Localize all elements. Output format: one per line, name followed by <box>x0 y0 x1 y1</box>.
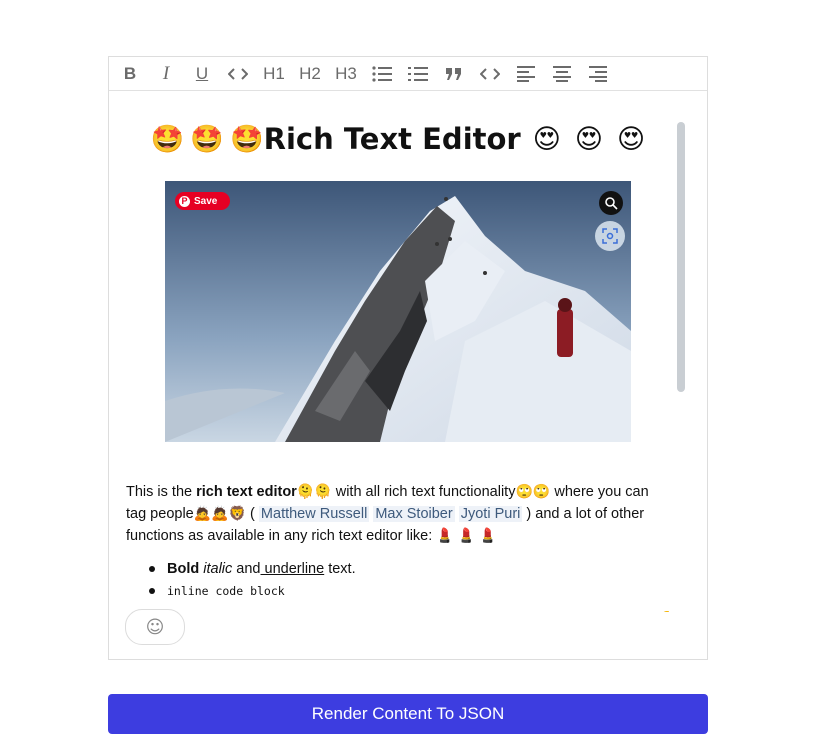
h1-button[interactable]: H1 <box>259 58 289 90</box>
fire-face-emoji-icon: 🫠🫠 <box>296 483 332 499</box>
list-bold-text: Bold <box>167 561 200 577</box>
list-suffix-text: text. <box>324 561 356 577</box>
h2-button[interactable]: H2 <box>295 58 325 90</box>
bullet-list: Bold italic and underline text. inline c… <box>149 558 649 602</box>
h3-button[interactable]: H3 <box>331 58 361 90</box>
render-content-button[interactable]: Render Content To JSON <box>108 694 708 734</box>
pinterest-icon: P <box>179 195 190 207</box>
align-center-icon[interactable] <box>547 58 577 90</box>
para-text-1: This is the <box>126 484 197 500</box>
mountain-image[interactable]: P Save <box>165 181 631 442</box>
tag-max-stoiber[interactable]: Max Stoiber <box>373 506 455 522</box>
align-right-icon[interactable] <box>583 58 613 90</box>
para-text-4: ( <box>246 506 259 522</box>
star-struck-emoji-icon: 🤩 <box>150 124 185 155</box>
pinterest-save-button[interactable]: P Save <box>175 192 230 210</box>
list-item-code: inline code block <box>149 580 649 602</box>
heart-eyes-emoji-icon: 😍 <box>574 123 604 155</box>
list-and-text: and <box>232 561 261 577</box>
align-left-icon[interactable] <box>511 58 541 90</box>
blockquote-icon[interactable] <box>439 58 469 90</box>
heading-text: Rich Text Editor <box>263 122 521 156</box>
heart-eyes-emoji-icon: 😍 <box>617 123 646 155</box>
editor-content[interactable]: 🤩 🤩 🤩 Rich Text Editor 😍 😍 😍 P Save This… <box>109 92 669 612</box>
editor-scrollbar[interactable] <box>677 122 685 392</box>
eye-roll-emoji-icon: 🙄🙄 <box>515 483 551 499</box>
tag-matthew-russell[interactable]: Matthew Russell <box>258 506 370 522</box>
star-struck-emoji-icon: 🤩 <box>190 124 225 155</box>
emoji-picker-button[interactable]: ☺ <box>125 609 185 645</box>
lipstick-emoji-icon: 💄 💄 💄 <box>436 527 497 543</box>
list-italic-text: italic <box>203 561 233 577</box>
list-underline-text: underline <box>260 561 325 577</box>
italic-button[interactable]: I <box>151 58 181 90</box>
bold-button[interactable]: B <box>115 58 145 90</box>
bulleted-list-icon[interactable] <box>367 58 397 90</box>
pin-save-label: Save <box>194 195 218 207</box>
list-item: Bold italic and underline text. <box>149 558 649 580</box>
code-icon[interactable] <box>223 58 253 90</box>
heart-eyes-emoji-icon: 😍 <box>532 123 561 155</box>
code-block-icon[interactable] <box>475 58 505 90</box>
scan-image-icon[interactable] <box>595 221 625 251</box>
editor-paragraph: This is the rich text editor🫠🫠 with all … <box>126 481 669 547</box>
underline-button[interactable]: U <box>187 58 217 90</box>
editor-toolbar: B I U H1 H2 H3 <box>109 57 707 91</box>
visual-search-icon[interactable] <box>599 191 623 215</box>
grammarly-badge: 1 <box>661 611 669 612</box>
para-bold-text: rich text editor <box>196 484 297 500</box>
para-text-2: with all rich text functionality <box>331 484 516 500</box>
numbered-list-icon[interactable] <box>403 58 433 90</box>
mountain-illustration <box>165 181 631 442</box>
star-struck-emoji-icon: 🤩 <box>230 124 264 155</box>
tag-jyoti-puri[interactable]: Jyoti Puri <box>458 506 523 522</box>
editor-heading: 🤩 🤩 🤩 Rich Text Editor 😍 😍 😍 <box>133 116 663 162</box>
people-emoji-icon: 🙇🙇🦁 <box>193 505 247 521</box>
rich-text-editor: B I U H1 H2 H3 🤩 🤩 🤩 Rich Text Editor 😍 … <box>108 56 708 660</box>
